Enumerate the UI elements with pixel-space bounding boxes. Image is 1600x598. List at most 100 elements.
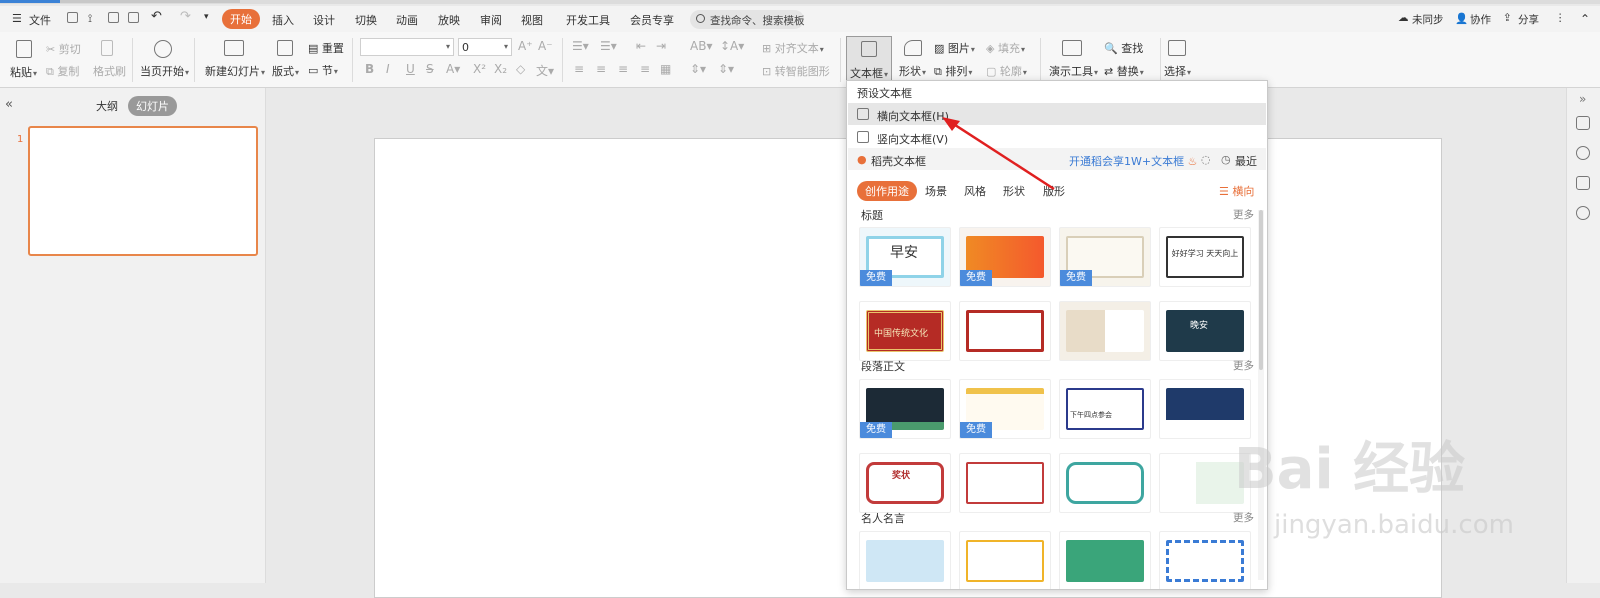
more-paragraph-link[interactable]: 更多 [1233,358,1254,373]
template-card[interactable] [1059,301,1151,361]
distribute-icon[interactable]: ▦ [660,62,671,76]
para-spacing-icon[interactable]: ⇕▾ [718,62,734,76]
template-card[interactable]: 免费 [959,227,1051,287]
help-icon[interactable] [1576,206,1590,220]
tab-home[interactable]: 开始 [222,9,260,29]
line-spacing-icon[interactable]: ↕A▾ [720,39,744,53]
cut-button[interactable]: ✂ 剪切 [46,41,81,57]
shape-button[interactable]: 形状▾ [899,63,926,79]
more-titles-link[interactable]: 更多 [1233,207,1254,222]
tab-member[interactable]: 会员专享 [630,12,674,28]
template-card[interactable]: 奖状 [859,453,951,513]
redo-icon[interactable]: ↷ [180,9,191,24]
char-spacing-icon[interactable]: 文▾ [536,62,554,79]
paste-button[interactable]: 粘贴▾ [10,64,37,80]
more-icon[interactable]: ⋮ [1555,12,1566,24]
align-right-icon[interactable]: ≡ [618,62,628,76]
template-card[interactable]: 中国传统文化 [859,301,951,361]
save-icon[interactable] [67,12,78,23]
fill-button[interactable]: ◈ 填充▾ [986,40,1025,56]
menu-file[interactable]: 文件 [29,12,51,28]
template-card[interactable]: 免费 [1059,227,1151,287]
outline-button[interactable]: ▢ 轮廓▾ [986,63,1027,79]
slide-thumbnail[interactable] [28,126,258,256]
font-color-icon[interactable]: A▾ [446,62,460,76]
tab-review[interactable]: 审阅 [480,12,502,28]
template-card[interactable] [1059,531,1151,589]
numbered-list-icon[interactable]: ☰▾ [600,39,617,53]
tab-design[interactable]: 设计 [313,12,335,28]
bold-icon[interactable]: B [365,62,374,76]
select-button[interactable]: 选择▾ [1164,63,1191,79]
eraser-icon[interactable]: ◇ [516,62,525,76]
collapse-icon[interactable]: ⌃ [1580,12,1590,26]
template-card[interactable] [859,531,951,589]
tab-animation[interactable]: 动画 [396,12,418,28]
template-card[interactable] [959,301,1051,361]
template-card[interactable]: 免费 [959,379,1051,439]
template-card[interactable]: 下午四点参会 [1059,379,1151,439]
format-icon[interactable]: ⟟ [88,12,92,26]
star-icon[interactable] [1576,146,1590,160]
expand-icon[interactable]: » [1579,92,1586,106]
tab-view[interactable]: 视图 [521,12,543,28]
present-tools-button[interactable]: 演示工具▾ [1049,63,1098,79]
print-icon[interactable] [108,12,119,23]
template-card[interactable] [1159,531,1251,589]
undo-icon[interactable]: ↶ [151,9,162,24]
template-card[interactable] [959,531,1051,589]
text-direction-icon[interactable]: AB▾ [690,39,712,53]
bullet-list-icon[interactable]: ☰▾ [572,39,589,53]
animation-icon[interactable] [1576,176,1590,190]
reset-button[interactable]: ▤ 重置 [308,40,344,56]
subscript-icon[interactable]: X₂ [494,62,507,76]
template-card[interactable]: 早安 免费 [859,227,951,287]
share-button[interactable]: 分享 [1518,12,1539,27]
replace-button[interactable]: ⇄ 替换▾ [1104,63,1144,79]
columns-icon[interactable]: ⇕▾ [690,62,706,76]
grow-font-icon[interactable]: A⁺ [518,39,533,53]
settings-icon[interactable] [1576,116,1590,130]
collab-button[interactable]: 协作 [1470,12,1491,27]
superscript-icon[interactable]: X² [473,62,486,76]
tab-developer[interactable]: 开发工具 [566,12,610,28]
dropdown-scrollbar[interactable] [1258,210,1264,580]
align-center-icon[interactable]: ≡ [596,62,606,76]
template-card[interactable]: 晚安 [1159,301,1251,361]
tab-outline[interactable]: 大纲 [96,98,118,114]
template-card[interactable]: 好好学习 天天向上 [1159,227,1251,287]
sync-status[interactable]: 未同步 [1412,12,1444,27]
shrink-font-icon[interactable]: A⁻ [538,39,553,53]
strikethrough-icon[interactable]: S [426,62,434,76]
play-from-current-button[interactable]: 当页开始▾ [140,63,189,79]
tab-insert[interactable]: 插入 [272,12,294,28]
vertical-textbox-item[interactable]: 竖向文本框(V) [877,131,948,147]
template-card[interactable]: 免费 [859,379,951,439]
justify-icon[interactable]: ≡ [640,62,650,76]
customize-icon[interactable]: ▾ [204,12,209,22]
horizontal-textbox-item[interactable]: 横向文本框(H) [877,108,949,124]
orientation-toggle[interactable]: ☰ 横向 [1219,183,1254,199]
section-button[interactable]: ▭ 节▾ [308,62,338,78]
new-slide-button[interactable]: 新建幻灯片▾ [205,63,265,79]
comment-icon[interactable]: ◌ [1201,153,1211,166]
find-button[interactable]: 🔍 查找 [1104,40,1143,56]
promo-link[interactable]: 开通稻会享1W+文本框 ♨ [1069,153,1197,169]
tab-slideshow[interactable]: 放映 [438,12,460,28]
menu-icon[interactable]: ☰ [12,12,22,25]
copy-button[interactable]: ⧉ 复制 [46,63,79,79]
picture-button[interactable]: ▨ 图片▾ [934,40,975,56]
template-card[interactable] [959,453,1051,513]
smart-art-button[interactable]: ⊡ 转智能图形 [762,63,830,79]
template-card[interactable] [1059,453,1151,513]
layout-button[interactable]: 版式▾ [272,63,299,79]
recent-button[interactable]: 最近 [1235,153,1257,169]
preview-icon[interactable] [128,12,139,23]
more-quotes-link[interactable]: 更多 [1233,510,1254,525]
font-name-select[interactable]: ▾ [360,38,454,56]
tab-transition[interactable]: 切换 [355,12,377,28]
template-card[interactable] [1159,379,1251,439]
decrease-indent-icon[interactable]: ⇤ [636,39,646,53]
search-input[interactable]: 查找命令、搜索模板 [690,10,805,29]
format-painter-button[interactable]: 格式刷 [93,63,126,79]
